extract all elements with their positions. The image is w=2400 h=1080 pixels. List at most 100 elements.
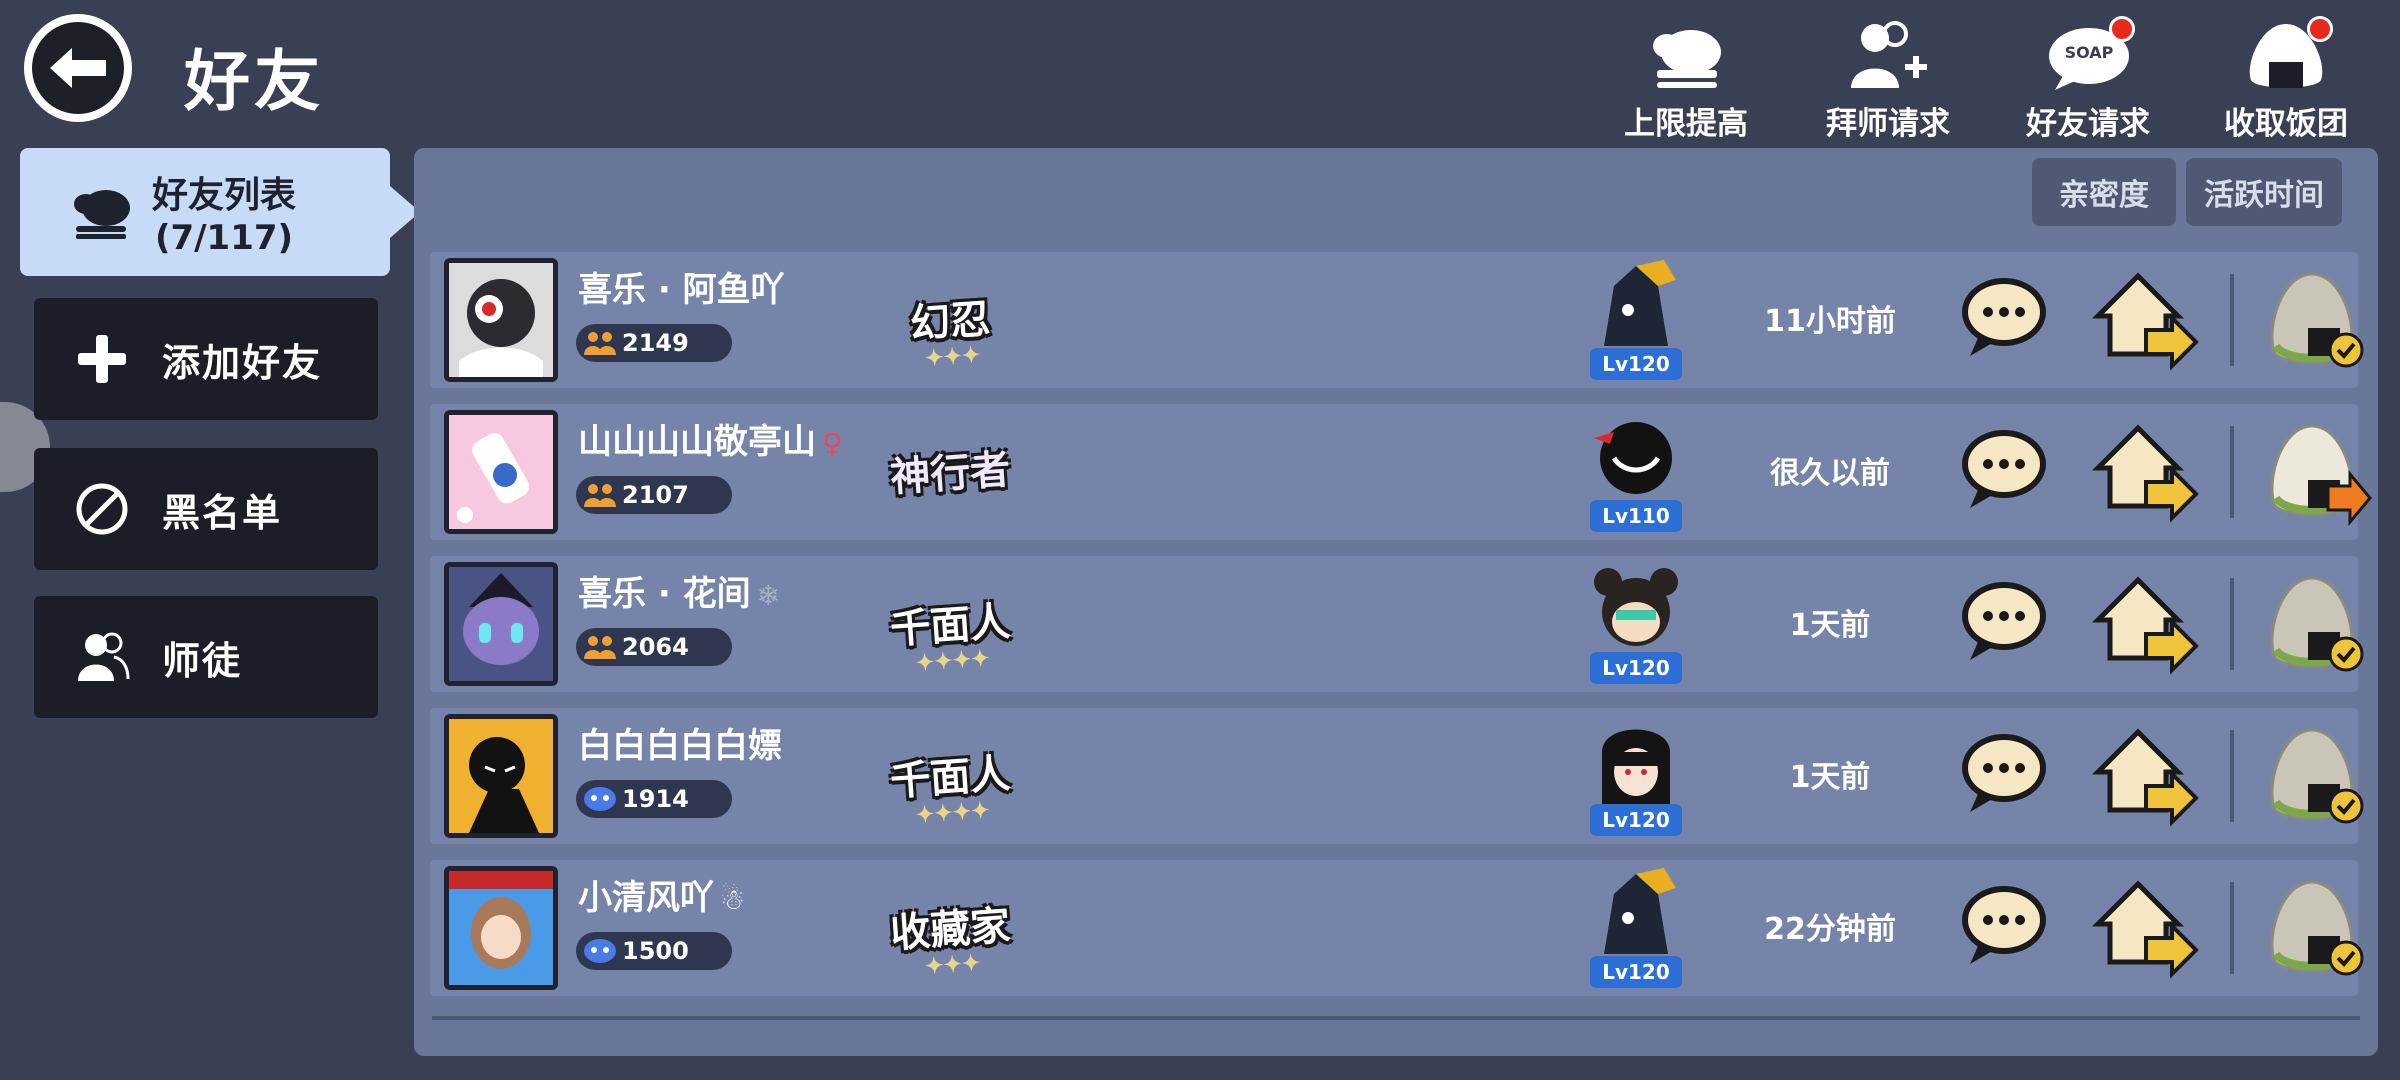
avatar[interactable] bbox=[444, 410, 558, 534]
gift-rice-ball-button[interactable] bbox=[2262, 266, 2372, 378]
friend-row[interactable]: 喜乐 · 花间 ❄ 2064 千面人 ✦✦✦✦ Lv120 1天前 bbox=[430, 556, 2364, 692]
last-active-time: 1天前 bbox=[1789, 608, 1871, 643]
friend-name: 小清风吖 ☃ bbox=[578, 878, 746, 918]
cloud-up-icon bbox=[1641, 20, 1731, 92]
gift-rice-ball-button[interactable] bbox=[2262, 722, 2372, 834]
power-badge: 1500 bbox=[576, 932, 732, 970]
gift-rice-ball-button[interactable] bbox=[2262, 418, 2372, 530]
friend-name: 喜乐 · 花间 ❄ bbox=[578, 574, 781, 614]
last-active-time: 22分钟前 bbox=[1764, 912, 1896, 947]
friend-row[interactable]: 白白白白白嫖 1914 千面人 ✦✦✦✦ Lv120 1天前 bbox=[430, 708, 2364, 844]
gift-rice-ball-button[interactable] bbox=[2262, 570, 2372, 682]
divider bbox=[2230, 730, 2234, 822]
sidebar-item-add-friend[interactable]: 添加好友 bbox=[34, 298, 378, 420]
avatar[interactable] bbox=[444, 258, 558, 382]
visit-home-button[interactable] bbox=[2088, 722, 2200, 827]
visit-home-button[interactable] bbox=[2088, 874, 2200, 979]
back-arrow-icon bbox=[32, 22, 124, 114]
divider bbox=[2230, 426, 2234, 518]
last-active-time: 很久以前 bbox=[1770, 456, 1890, 491]
title-badge: 神行者 bbox=[888, 445, 1012, 502]
power-badge: 1914 bbox=[576, 780, 732, 818]
blacklist-label: 黑名单 bbox=[162, 490, 283, 535]
avatar[interactable] bbox=[444, 562, 558, 686]
power-badge: 2107 bbox=[576, 476, 732, 514]
master-request-button[interactable]: 拜师请求 bbox=[1798, 20, 1978, 142]
pet-icon bbox=[1584, 256, 1688, 356]
friend-rows: 喜乐 · 阿鱼吖 2149 幻忍 ✦✦✦ Lv120 11小时前 山山山山敬亭山… bbox=[430, 252, 2372, 1012]
visit-home-button[interactable] bbox=[2088, 266, 2200, 371]
level-badge: Lv120 bbox=[1590, 804, 1682, 836]
collect-rice-ball-label: 收取饭团 bbox=[2224, 106, 2348, 142]
chat-button[interactable] bbox=[1958, 274, 2050, 358]
chat-bubble-icon bbox=[1962, 430, 2046, 508]
title-badge: 收藏家 ✦✦✦ bbox=[888, 901, 1012, 980]
visit-home-icon bbox=[2091, 424, 2199, 523]
power-value: 1914 bbox=[622, 785, 689, 813]
soap-speech-icon: SOAP bbox=[2043, 16, 2135, 92]
power-value: 2149 bbox=[622, 329, 689, 357]
chat-bubble-icon bbox=[1962, 278, 2046, 356]
title-badge: 千面人 ✦✦✦✦ bbox=[888, 749, 1012, 829]
master-apprentice-label: 师徒 bbox=[162, 638, 243, 683]
power-value: 1500 bbox=[622, 937, 689, 965]
chat-button[interactable] bbox=[1958, 426, 2050, 510]
friend-row[interactable]: 山山山山敬亭山 ♀ 2107 神行者 Lv110 很久以前 bbox=[430, 404, 2372, 540]
visit-home-icon bbox=[2091, 880, 2199, 979]
friend-name: 白白白白白嫖 bbox=[578, 726, 782, 766]
master-apprentice-icon bbox=[72, 627, 132, 687]
rice-ball-collected-icon bbox=[2270, 576, 2364, 672]
rice-ball-icon bbox=[2241, 16, 2333, 92]
sidebar-item-master-apprentice[interactable]: 师徒 bbox=[34, 596, 378, 718]
visit-home-button[interactable] bbox=[2088, 570, 2200, 675]
mask-icon bbox=[584, 939, 616, 963]
sort-intimacy-button[interactable]: 亲密度 bbox=[2032, 158, 2176, 226]
last-active-time: 1天前 bbox=[1789, 760, 1871, 795]
back-button[interactable] bbox=[24, 14, 132, 122]
collect-rice-ball-button[interactable]: 收取饭团 bbox=[2196, 16, 2376, 142]
divider bbox=[2230, 274, 2234, 366]
power-value: 2064 bbox=[622, 633, 689, 661]
team-icon bbox=[584, 636, 616, 659]
limit-increase-button[interactable]: 上限提高 bbox=[1596, 20, 1776, 142]
rice-ball-collected-icon bbox=[2270, 728, 2364, 824]
friend-row[interactable]: 喜乐 · 阿鱼吖 2149 幻忍 ✦✦✦ Lv120 11小时前 bbox=[430, 252, 2364, 388]
last-active-time: 11小时前 bbox=[1764, 304, 1896, 339]
friends-cloud-icon bbox=[68, 184, 138, 240]
friend-list-count: (7/117) bbox=[154, 218, 294, 258]
title-badge: 幻忍 ✦✦✦ bbox=[908, 295, 992, 372]
sort-active-time-button[interactable]: 活跃时间 bbox=[2186, 158, 2342, 226]
friend-list-panel: 亲密度 活跃时间 喜乐 · 阿鱼吖 2149 幻忍 ✦✦✦ Lv120 11小时… bbox=[414, 148, 2378, 1056]
chat-button[interactable] bbox=[1958, 882, 2050, 966]
chat-button[interactable] bbox=[1958, 730, 2050, 814]
gift-rice-ball-button[interactable] bbox=[2262, 874, 2372, 986]
level-badge: Lv110 bbox=[1590, 500, 1682, 532]
level-badge: Lv120 bbox=[1590, 652, 1682, 684]
pet-icon bbox=[1584, 560, 1688, 660]
pet-icon bbox=[1584, 712, 1688, 812]
chat-bubble-icon bbox=[1962, 582, 2046, 660]
visit-home-button[interactable] bbox=[2088, 418, 2200, 523]
friend-request-button[interactable]: SOAP 好友请求 bbox=[1998, 16, 2178, 142]
master-request-label: 拜师请求 bbox=[1826, 106, 1950, 142]
visit-home-icon bbox=[2091, 272, 2199, 371]
title-badge: 千面人 ✦✦✦✦ bbox=[888, 597, 1012, 677]
friend-list-label: 好友列表 bbox=[152, 175, 297, 216]
avatar[interactable] bbox=[444, 714, 558, 838]
level-badge: Lv120 bbox=[1590, 956, 1682, 988]
avatar[interactable] bbox=[444, 866, 558, 990]
friend-name: 山山山山敬亭山 ♀ bbox=[578, 422, 843, 462]
sidebar-item-friend-list[interactable]: 好友列表 (7/117) bbox=[20, 148, 420, 276]
chat-button[interactable] bbox=[1958, 578, 2050, 662]
power-value: 2107 bbox=[622, 481, 689, 509]
team-icon bbox=[584, 332, 616, 355]
chat-bubble-icon bbox=[1962, 734, 2046, 812]
mask-icon bbox=[584, 787, 616, 811]
ban-icon bbox=[72, 479, 132, 539]
friend-row[interactable]: 小清风吖 ☃ 1500 收藏家 ✦✦✦ Lv120 22分钟前 bbox=[430, 860, 2364, 996]
sidebar-item-blacklist[interactable]: 黑名单 bbox=[34, 448, 378, 570]
limit-increase-label: 上限提高 bbox=[1624, 106, 1748, 142]
power-badge: 2149 bbox=[576, 324, 732, 362]
friend-request-label: 好友请求 bbox=[2026, 106, 2150, 142]
divider bbox=[2230, 578, 2234, 670]
